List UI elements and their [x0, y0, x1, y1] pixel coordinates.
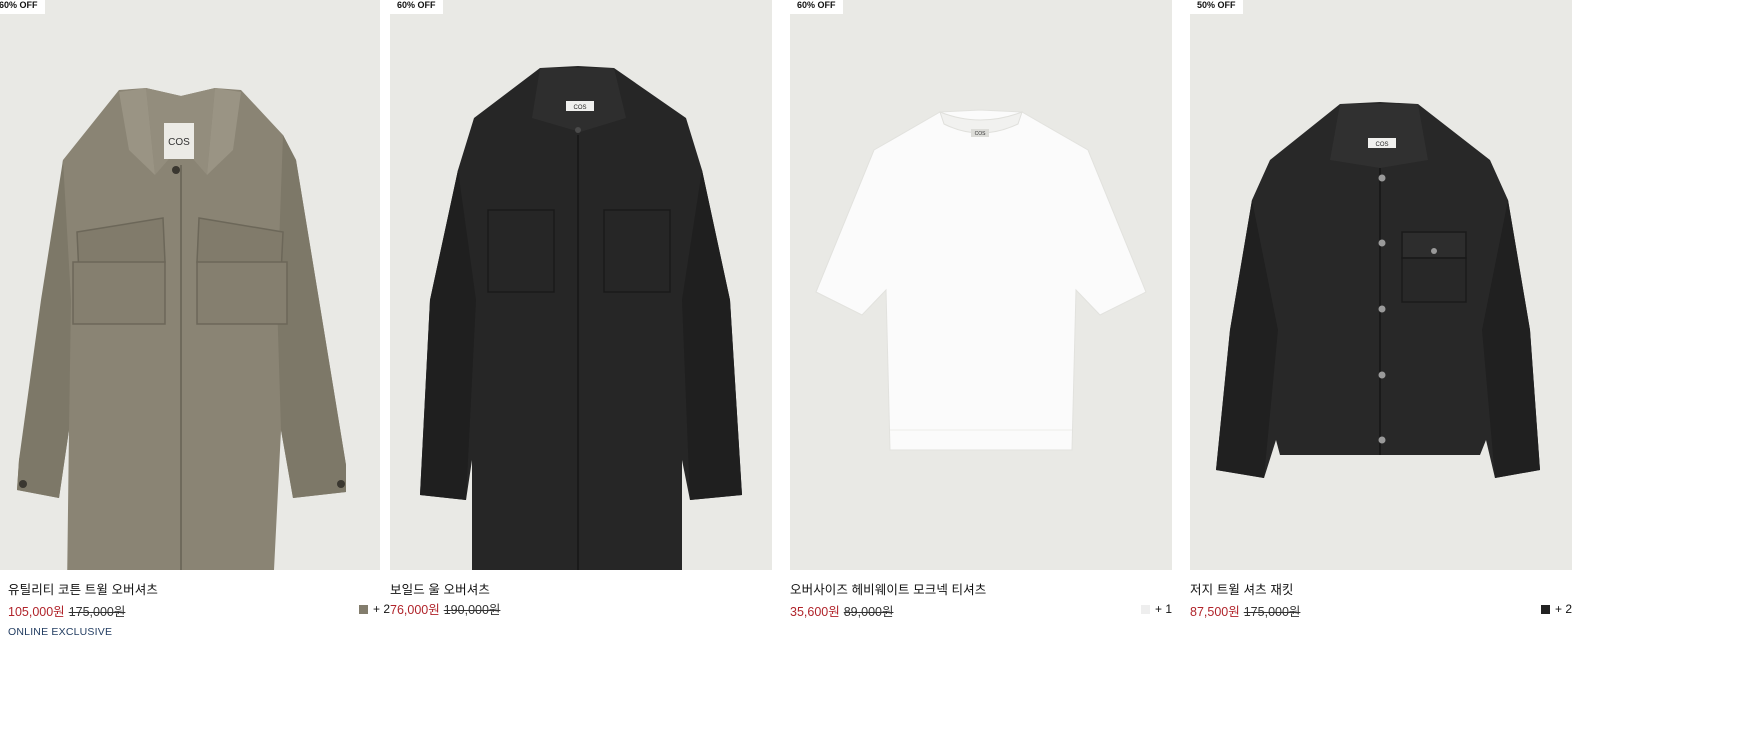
svg-text:COS: COS	[573, 105, 586, 111]
color-swatches[interactable]: + 1	[1140, 602, 1172, 616]
product-image[interactable]: COS 60% OFF	[0, 0, 380, 570]
product-image[interactable]: COS 60% OFF	[790, 0, 1172, 570]
product-image[interactable]: COS 60% OFF	[390, 0, 772, 570]
original-price: 89,000원	[843, 605, 894, 619]
price-row: 105,000원 175,000원	[8, 601, 125, 620]
price-row: 76,000원 190,000원	[390, 599, 500, 618]
wool-overshirt-icon: COS	[420, 66, 742, 570]
original-price: 190,000원	[443, 603, 501, 617]
product-card[interactable]: COS 60% OFF 보일드 울 오버셔츠 76,000원 190,000원	[390, 0, 772, 744]
product-name[interactable]: 오버사이즈 헤비웨이트 모크넥 티셔츠	[790, 579, 986, 598]
product-name[interactable]: 보일드 울 오버셔츠	[390, 579, 490, 598]
more-colors-count: + 2	[372, 602, 390, 616]
sale-price: 35,600원	[790, 605, 840, 619]
tshirt-icon: COS	[815, 109, 1147, 451]
color-swatch[interactable]	[1540, 604, 1550, 614]
discount-badge: 50% OFF	[1190, 0, 1243, 14]
product-name[interactable]: 유틸리티 코튼 트윌 오버셔츠	[8, 579, 158, 598]
color-swatches[interactable]: + 2	[358, 602, 390, 616]
more-colors-count: + 2	[1554, 602, 1572, 616]
price-row: 35,600원 89,000원	[790, 601, 893, 620]
original-price: 175,000원	[1243, 605, 1301, 619]
original-price: 175,000원	[68, 605, 126, 619]
product-card[interactable]: COS 60% OFF 유틸리티 코튼 트윌 오버셔츠 105,000원 175,…	[0, 0, 390, 744]
online-exclusive-label: ONLINE EXCLUSIVE	[8, 626, 113, 638]
svg-text:COS: COS	[1375, 142, 1388, 148]
shirt-jacket-icon: COS	[1216, 102, 1540, 478]
utility-overshirt-icon: COS	[17, 88, 346, 570]
tshirt-body	[815, 109, 1147, 451]
price-row: 87,500원 175,000원	[1190, 601, 1300, 620]
sale-price: 105,000원	[8, 605, 65, 619]
discount-badge: 60% OFF	[790, 0, 843, 14]
sale-price: 87,500원	[1190, 605, 1240, 619]
more-colors-count: + 1	[1154, 602, 1172, 616]
color-swatch[interactable]	[1140, 604, 1150, 614]
sale-price: 76,000원	[390, 603, 440, 617]
discount-badge: 60% OFF	[390, 0, 443, 14]
product-name[interactable]: 저지 트윌 셔츠 재킷	[1190, 579, 1294, 598]
product-card[interactable]: COS 50% OFF 저지 트윌 셔츠 재킷 87,500원 175,000원 …	[1190, 0, 1572, 744]
svg-text:COS: COS	[975, 131, 987, 137]
color-swatches[interactable]: + 2	[1540, 602, 1572, 616]
product-card[interactable]: COS 60% OFF 오버사이즈 헤비웨이트 모크넥 티셔츠 35,600원 8…	[790, 0, 1172, 744]
discount-badge: 60% OFF	[0, 0, 45, 14]
svg-text:COS: COS	[168, 137, 190, 148]
color-swatch[interactable]	[358, 604, 368, 614]
product-image[interactable]: COS 50% OFF	[1190, 0, 1572, 570]
product-grid: COS 60% OFF 유틸리티 코튼 트윌 오버셔츠 105,000원 175,…	[0, 0, 1758, 744]
